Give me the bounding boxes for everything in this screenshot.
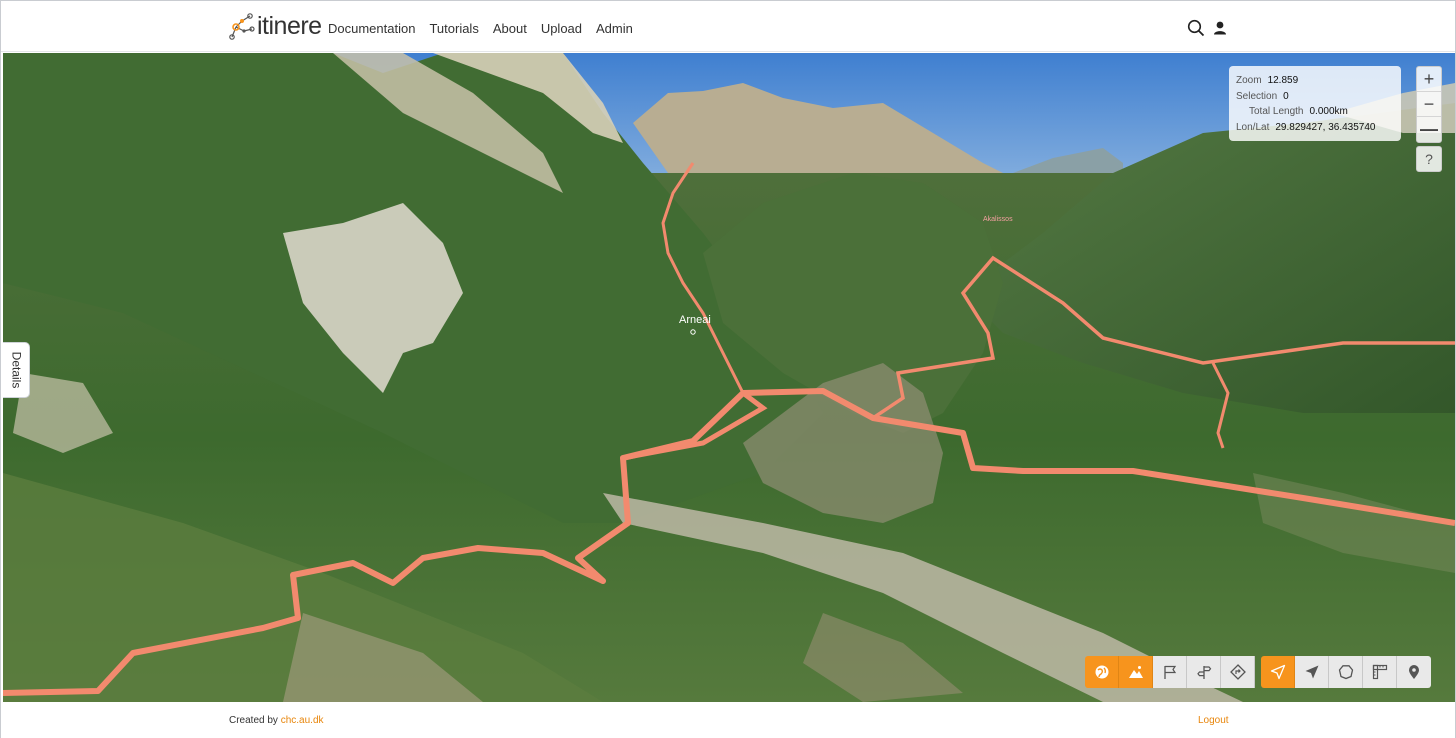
polygon-icon xyxy=(1338,665,1353,680)
footer-credit: Created by chc.au.dk xyxy=(229,715,324,726)
main-nav: Documentation Tutorials About Upload Adm… xyxy=(328,21,647,36)
map-info-panel: Zoom 12.859 Selection 0 Total Length 0.000k… xyxy=(1229,66,1401,141)
zoom-controls: + − — xyxy=(1416,66,1442,143)
location-pin-icon xyxy=(1409,665,1419,679)
zoom-value: 12.859 xyxy=(1267,75,1299,86)
page-footer: Created by chc.au.dk Logout xyxy=(1,702,1455,738)
send-icon xyxy=(1270,664,1285,680)
nav-upload[interactable]: Upload xyxy=(541,21,582,36)
details-panel-tab[interactable]: Details xyxy=(3,342,30,398)
terrain-render: Arneai Akalissos xyxy=(3,53,1455,702)
selection-row: Selection 0 xyxy=(1236,89,1394,105)
route-sign-button[interactable] xyxy=(1221,656,1255,688)
help-button[interactable]: ? xyxy=(1416,146,1442,172)
total-length-row: Total Length 0.000km xyxy=(1236,104,1394,120)
lonlat-row: Lon/Lat 29.829427, 36.435740 xyxy=(1236,120,1394,136)
map-label-akalissos: Akalissos xyxy=(983,216,1013,223)
navigate-icon xyxy=(1305,665,1318,679)
details-tab-label: Details xyxy=(9,351,23,389)
ruler-icon xyxy=(1372,664,1387,680)
zoom-row: Zoom 12.859 xyxy=(1236,73,1394,89)
brand-logo[interactable]: itinere xyxy=(228,10,322,44)
selection-value: 0 xyxy=(1283,90,1289,102)
nav-documentation[interactable]: Documentation xyxy=(328,21,415,36)
navigate-button[interactable] xyxy=(1295,656,1329,688)
lonlat-label: Lon/Lat xyxy=(1236,121,1270,133)
network-logo-icon xyxy=(229,13,255,40)
selection-label: Selection xyxy=(1236,90,1278,102)
signpost-icon xyxy=(1196,666,1211,679)
send-button[interactable] xyxy=(1261,656,1295,688)
map-3d-viewport[interactable]: Arneai Akalissos Details Zoom 12.859 Sele… xyxy=(3,53,1455,702)
logout-link[interactable]: Logout xyxy=(1198,715,1229,726)
nav-about[interactable]: About xyxy=(493,21,527,36)
map-toolbar xyxy=(1085,656,1431,688)
signpost-button[interactable] xyxy=(1187,656,1221,688)
nav-admin[interactable]: Admin xyxy=(596,21,633,36)
polygon-button[interactable] xyxy=(1329,656,1363,688)
flag-button[interactable] xyxy=(1153,656,1187,688)
globe-button[interactable] xyxy=(1085,656,1119,688)
lonlat-value: 29.829427, 36.435740 xyxy=(1275,121,1376,133)
zoom-out-button[interactable]: − xyxy=(1417,92,1441,117)
app-window: itinere Documentation Tutorials About Up… xyxy=(0,0,1456,738)
nav-tutorials[interactable]: Tutorials xyxy=(429,21,478,36)
top-navbar: itinere Documentation Tutorials About Up… xyxy=(1,1,1455,52)
ruler-button[interactable] xyxy=(1363,656,1397,688)
location-pin-button[interactable] xyxy=(1397,656,1431,688)
created-by-text: Created by xyxy=(229,715,278,726)
total-length-label: Total Length xyxy=(1249,106,1304,117)
globe-icon xyxy=(1095,665,1108,679)
route-sign-icon xyxy=(1229,664,1246,680)
map-label-arneai: Arneai xyxy=(679,314,711,326)
zoom-label: Zoom xyxy=(1236,75,1262,86)
terrain-icon xyxy=(1128,666,1143,678)
user-icon[interactable] xyxy=(1211,19,1229,37)
total-length-value: 0.000km xyxy=(1309,106,1348,117)
flag-icon xyxy=(1163,665,1176,679)
compass-button[interactable]: — xyxy=(1417,117,1441,142)
zoom-in-button[interactable]: + xyxy=(1417,67,1441,92)
terrain-button[interactable] xyxy=(1119,656,1153,688)
credit-link[interactable]: chc.au.dk xyxy=(281,715,324,726)
search-icon[interactable] xyxy=(1187,19,1205,37)
brand-name: itinere xyxy=(257,11,322,40)
